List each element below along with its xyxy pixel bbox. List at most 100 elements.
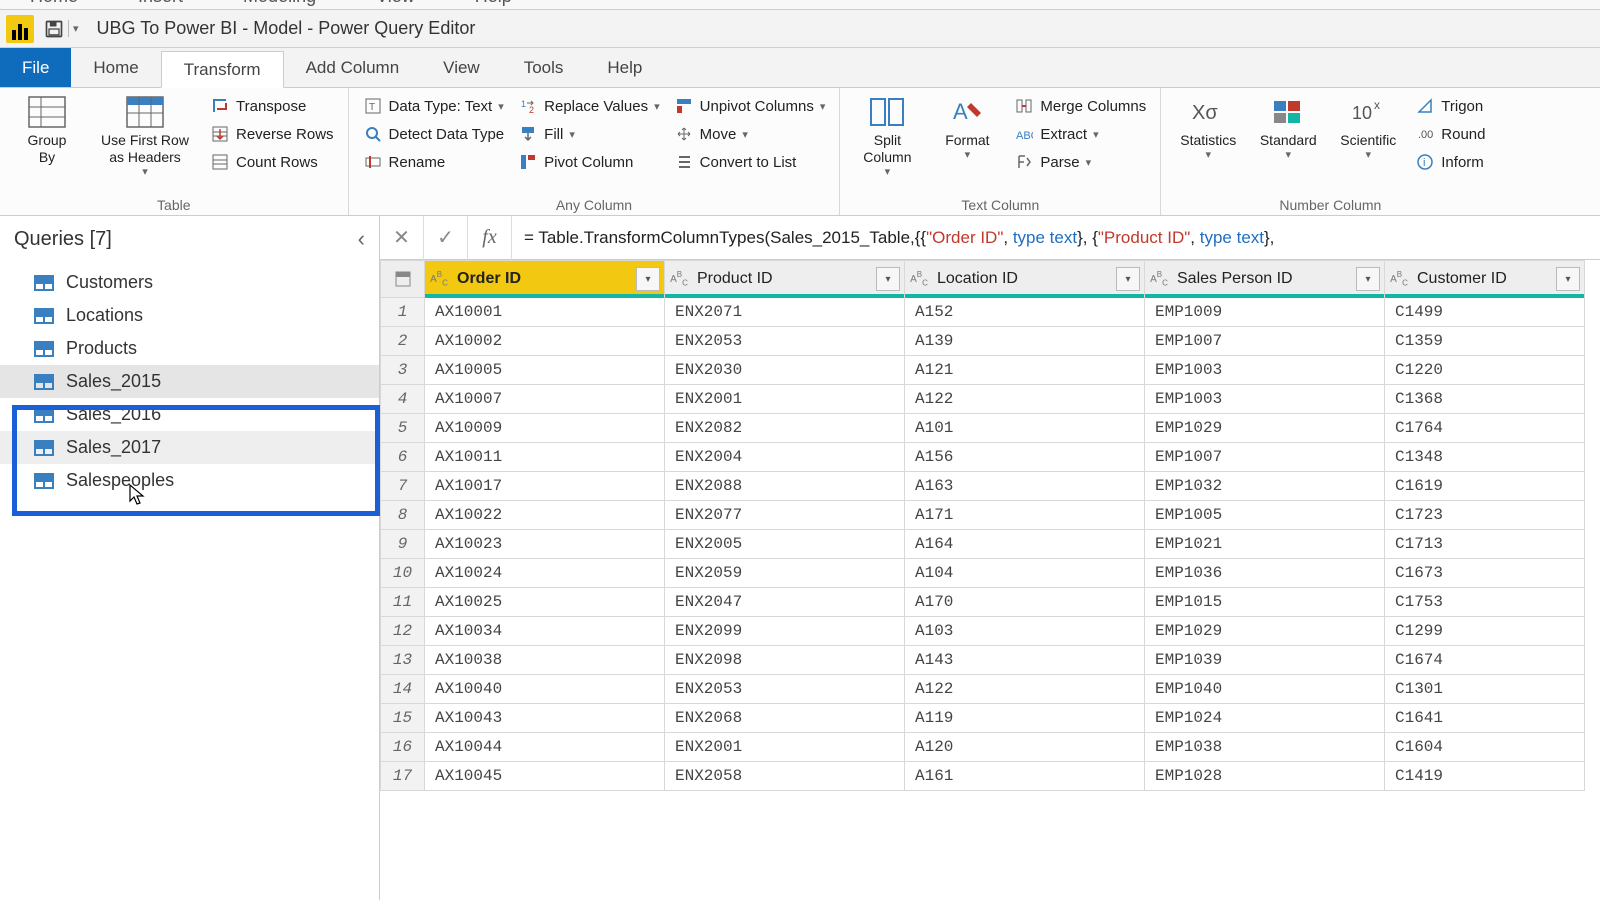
cell[interactable]: ENX2077	[665, 501, 905, 530]
tab-add-column[interactable]: Add Column	[284, 48, 422, 87]
rename-button[interactable]: Rename	[359, 150, 509, 174]
cell[interactable]: EMP1029	[1145, 414, 1385, 443]
row-number[interactable]: 6	[381, 443, 425, 472]
use-first-row-button[interactable]: Use First Row as Headers	[90, 92, 200, 179]
move-button[interactable]: Move	[670, 122, 830, 146]
query-item-salespeoples[interactable]: Salespeoples	[0, 464, 379, 497]
cell[interactable]: EMP1029	[1145, 617, 1385, 646]
parse-button[interactable]: Parse	[1010, 150, 1150, 174]
table-row[interactable]: 5AX10009ENX2082A101EMP1029C1764	[381, 414, 1585, 443]
replace-values-button[interactable]: 12Replace Values	[514, 94, 663, 118]
cell[interactable]: C1674	[1385, 646, 1585, 675]
cell[interactable]: A122	[905, 385, 1145, 414]
cell[interactable]: AX10001	[425, 298, 665, 327]
statistics-button[interactable]: Xσ Statistics	[1171, 92, 1245, 162]
fx-icon[interactable]: fx	[468, 216, 512, 260]
data-type-button[interactable]: TData Type: Text	[359, 94, 509, 118]
cell[interactable]: C1419	[1385, 762, 1585, 791]
row-number[interactable]: 16	[381, 733, 425, 762]
transpose-button[interactable]: Transpose	[206, 94, 338, 118]
cell[interactable]: A121	[905, 356, 1145, 385]
cell[interactable]: C1619	[1385, 472, 1585, 501]
cell[interactable]: C1723	[1385, 501, 1585, 530]
cell[interactable]: A120	[905, 733, 1145, 762]
cell[interactable]: ENX2099	[665, 617, 905, 646]
column-header-product-id[interactable]: ABCProduct ID▾	[665, 261, 905, 298]
cell[interactable]: ENX2004	[665, 443, 905, 472]
table-row[interactable]: 11AX10025ENX2047A170EMP1015C1753	[381, 588, 1585, 617]
detect-data-type-button[interactable]: Detect Data Type	[359, 122, 509, 146]
fill-button[interactable]: Fill	[514, 122, 663, 146]
tab-file[interactable]: File	[0, 48, 71, 87]
cell[interactable]: AX10009	[425, 414, 665, 443]
table-row[interactable]: 14AX10040ENX2053A122EMP1040C1301	[381, 675, 1585, 704]
format-button[interactable]: A Format	[930, 92, 1004, 162]
cell[interactable]: AX10017	[425, 472, 665, 501]
column-filter-button[interactable]: ▾	[636, 267, 660, 291]
convert-to-list-button[interactable]: Convert to List	[670, 150, 830, 174]
cell[interactable]: ENX2053	[665, 327, 905, 356]
query-item-locations[interactable]: Locations	[0, 299, 379, 332]
cell[interactable]: EMP1007	[1145, 443, 1385, 472]
table-row[interactable]: 12AX10034ENX2099A103EMP1029C1299	[381, 617, 1585, 646]
row-number[interactable]: 13	[381, 646, 425, 675]
row-number[interactable]: 4	[381, 385, 425, 414]
cell[interactable]: C1348	[1385, 443, 1585, 472]
standard-button[interactable]: Standard	[1251, 92, 1325, 162]
cell[interactable]: EMP1003	[1145, 385, 1385, 414]
column-header-order-id[interactable]: ABCOrder ID▾	[425, 261, 665, 298]
query-item-sales_2017[interactable]: Sales_2017	[0, 431, 379, 464]
cell[interactable]: AX10007	[425, 385, 665, 414]
formula-cancel-button[interactable]: ✕	[380, 216, 424, 260]
cell[interactable]: C1673	[1385, 559, 1585, 588]
cell[interactable]: C1301	[1385, 675, 1585, 704]
cell[interactable]: A171	[905, 501, 1145, 530]
query-item-sales_2016[interactable]: Sales_2016	[0, 398, 379, 431]
cell[interactable]: ENX2047	[665, 588, 905, 617]
cell[interactable]: C1641	[1385, 704, 1585, 733]
cell[interactable]: ENX2030	[665, 356, 905, 385]
cell[interactable]: AX10038	[425, 646, 665, 675]
row-number[interactable]: 7	[381, 472, 425, 501]
row-number[interactable]: 1	[381, 298, 425, 327]
cell[interactable]: AX10025	[425, 588, 665, 617]
cell[interactable]: ENX2098	[665, 646, 905, 675]
row-number[interactable]: 15	[381, 704, 425, 733]
table-row[interactable]: 10AX10024ENX2059A104EMP1036C1673	[381, 559, 1585, 588]
query-item-customers[interactable]: Customers	[0, 266, 379, 299]
row-number[interactable]: 12	[381, 617, 425, 646]
cell[interactable]: EMP1040	[1145, 675, 1385, 704]
column-filter-button[interactable]: ▾	[1556, 267, 1580, 291]
unpivot-button[interactable]: Unpivot Columns	[670, 94, 830, 118]
column-header-sales-person-id[interactable]: ABCSales Person ID▾	[1145, 261, 1385, 298]
cell[interactable]: EMP1024	[1145, 704, 1385, 733]
table-row[interactable]: 9AX10023ENX2005A164EMP1021C1713	[381, 530, 1585, 559]
cell[interactable]: A101	[905, 414, 1145, 443]
cell[interactable]: A156	[905, 443, 1145, 472]
cell[interactable]: ENX2059	[665, 559, 905, 588]
cell[interactable]: AX10024	[425, 559, 665, 588]
cell[interactable]: AX10044	[425, 733, 665, 762]
split-column-button[interactable]: Split Column	[850, 92, 924, 179]
tab-tools[interactable]: Tools	[502, 48, 586, 87]
information-button[interactable]: iInform	[1411, 150, 1489, 174]
row-number[interactable]: 8	[381, 501, 425, 530]
cell[interactable]: EMP1003	[1145, 356, 1385, 385]
cell[interactable]: AX10040	[425, 675, 665, 704]
cell[interactable]: ENX2068	[665, 704, 905, 733]
cell[interactable]: A119	[905, 704, 1145, 733]
table-row[interactable]: 2AX10002ENX2053A139EMP1007C1359	[381, 327, 1585, 356]
formula-commit-button[interactable]: ✓	[424, 216, 468, 260]
table-row[interactable]: 3AX10005ENX2030A121EMP1003C1220	[381, 356, 1585, 385]
query-item-sales_2015[interactable]: Sales_2015	[0, 365, 379, 398]
cell[interactable]: AX10005	[425, 356, 665, 385]
count-rows-button[interactable]: Count Rows	[206, 150, 338, 174]
cell[interactable]: C1368	[1385, 385, 1585, 414]
data-grid[interactable]: ABCOrder ID▾ABCProduct ID▾ABCLocation ID…	[380, 260, 1600, 900]
save-icon[interactable]	[44, 19, 64, 39]
table-row[interactable]: 7AX10017ENX2088A163EMP1032C1619	[381, 472, 1585, 501]
pivot-column-button[interactable]: Pivot Column	[514, 150, 663, 174]
cell[interactable]: EMP1007	[1145, 327, 1385, 356]
cell[interactable]: AX10023	[425, 530, 665, 559]
cell[interactable]: EMP1032	[1145, 472, 1385, 501]
